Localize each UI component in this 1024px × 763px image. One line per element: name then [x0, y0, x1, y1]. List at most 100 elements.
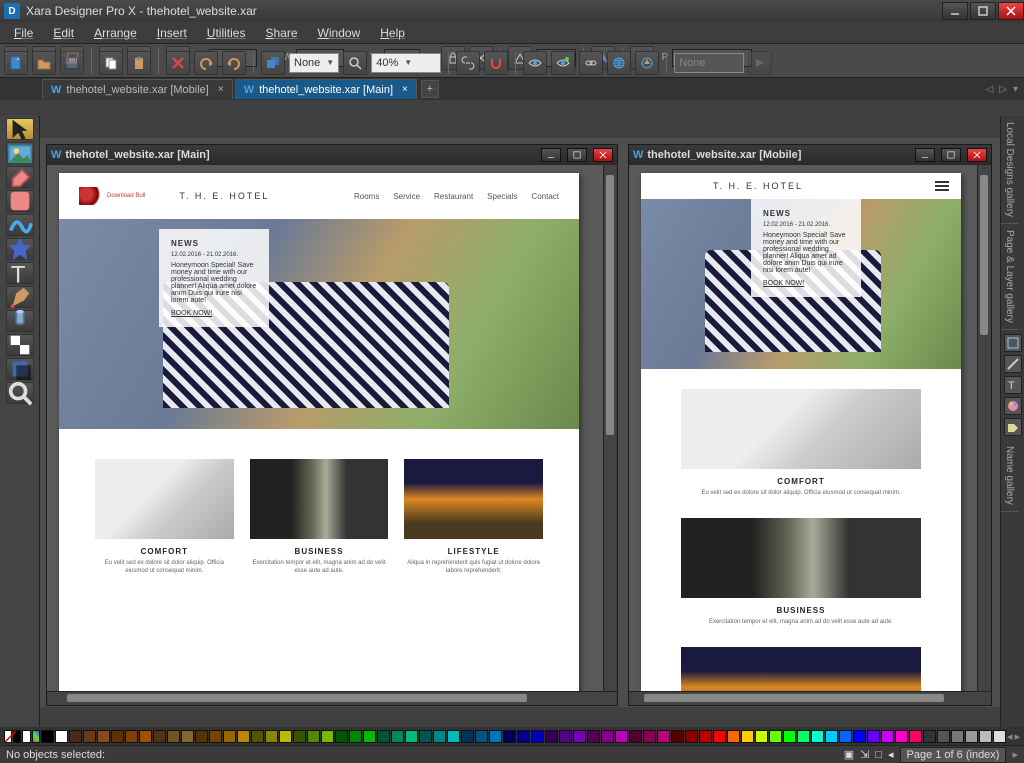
- gallery-name-icon[interactable]: [1004, 418, 1022, 436]
- preview-icon[interactable]: [523, 51, 547, 75]
- selector-tool[interactable]: [6, 118, 34, 140]
- link-preview-icon[interactable]: [579, 51, 603, 75]
- edit-color-icon[interactable]: [32, 730, 40, 743]
- color-swatch[interactable]: [587, 730, 600, 743]
- color-swatch[interactable]: [251, 730, 264, 743]
- color-swatch[interactable]: [41, 730, 54, 743]
- tabnav-next-icon[interactable]: ▷: [999, 84, 1007, 95]
- docwin-mobile-canvas[interactable]: T. H. E. HOTEL NEWS 12.02.2016 - 21.02.2…: [629, 165, 991, 691]
- color-swatch[interactable]: [629, 730, 642, 743]
- color-swatch[interactable]: [433, 730, 446, 743]
- color-swatch[interactable]: [895, 730, 908, 743]
- hscrollbar[interactable]: [47, 691, 617, 705]
- window-maximize-button[interactable]: [970, 2, 996, 20]
- palette-scroll-right[interactable]: ▸: [1014, 730, 1020, 743]
- color-swatch[interactable]: [979, 730, 992, 743]
- color-swatch[interactable]: [993, 730, 1006, 743]
- name-combo[interactable]: None▸: [674, 53, 744, 73]
- color-swatch[interactable]: [461, 730, 474, 743]
- tab-main[interactable]: Wthehotel_website.xar [Main]×: [235, 79, 417, 99]
- color-swatch[interactable]: [181, 730, 194, 743]
- color-swatch[interactable]: [69, 730, 82, 743]
- menu-edit[interactable]: Edit: [45, 24, 82, 42]
- tabnav-menu-icon[interactable]: ▾: [1013, 84, 1018, 95]
- tabnav-prev-icon[interactable]: ◁: [986, 84, 994, 95]
- delete-icon[interactable]: [166, 51, 190, 75]
- color-swatch[interactable]: [923, 730, 936, 743]
- color-swatch[interactable]: [643, 730, 656, 743]
- color-swatch[interactable]: [97, 730, 110, 743]
- color-swatch[interactable]: [755, 730, 768, 743]
- menu-window[interactable]: Window: [310, 24, 369, 42]
- docwin-maximize-button[interactable]: [567, 148, 587, 162]
- color-swatch[interactable]: [209, 730, 222, 743]
- docwin-minimize-button[interactable]: [915, 148, 935, 162]
- copy-icon[interactable]: [99, 51, 123, 75]
- color-swatch[interactable]: [531, 730, 544, 743]
- color-swatch[interactable]: [559, 730, 572, 743]
- page-next-icon[interactable]: ▸: [1012, 748, 1018, 761]
- color-swatch[interactable]: [363, 730, 376, 743]
- color-swatch[interactable]: [685, 730, 698, 743]
- color-swatch[interactable]: [265, 730, 278, 743]
- color-swatch[interactable]: [447, 730, 460, 743]
- color-swatch[interactable]: [391, 730, 404, 743]
- gallery-text-icon[interactable]: T: [1004, 376, 1022, 394]
- palette-scroll-left[interactable]: ◂: [1007, 730, 1013, 743]
- color-swatch[interactable]: [167, 730, 180, 743]
- color-swatch[interactable]: [783, 730, 796, 743]
- color-swatch[interactable]: [825, 730, 838, 743]
- color-swatch[interactable]: [321, 730, 334, 743]
- pen-tool[interactable]: [6, 286, 34, 308]
- photo-tool[interactable]: [6, 142, 34, 164]
- color-swatch[interactable]: [307, 730, 320, 743]
- color-swatch[interactable]: [279, 730, 292, 743]
- transparency-tool[interactable]: [6, 334, 34, 356]
- line-width-combo[interactable]: None▼: [289, 53, 339, 73]
- color-swatch[interactable]: [741, 730, 754, 743]
- page-prev-icon[interactable]: ◂: [888, 748, 894, 761]
- freehand-tool[interactable]: [6, 214, 34, 236]
- color-swatch[interactable]: [223, 730, 236, 743]
- color-swatch[interactable]: [769, 730, 782, 743]
- save-icon[interactable]: [60, 51, 84, 75]
- color-swatch[interactable]: [727, 730, 740, 743]
- tab-mobile[interactable]: Wthehotel_website.xar [Mobile]×: [42, 79, 233, 99]
- color-swatch[interactable]: [377, 730, 390, 743]
- menu-insert[interactable]: Insert: [149, 24, 195, 42]
- export-preview-icon[interactable]: [551, 51, 575, 75]
- color-swatch[interactable]: [797, 730, 810, 743]
- link-icon[interactable]: [456, 51, 480, 75]
- color-swatch[interactable]: [83, 730, 96, 743]
- docwin-maximize-button[interactable]: [941, 148, 961, 162]
- shape-tool[interactable]: [6, 190, 34, 212]
- zoom-combo[interactable]: 40%▼: [371, 53, 441, 73]
- snap-indicator-icon[interactable]: ⇲: [860, 748, 869, 761]
- color-swatch[interactable]: [573, 730, 586, 743]
- color-swatch[interactable]: [489, 730, 502, 743]
- tab-close-icon[interactable]: ×: [218, 84, 224, 95]
- quickshape-tool[interactable]: [6, 238, 34, 260]
- color-swatch[interactable]: [937, 730, 950, 743]
- color-swatch[interactable]: [965, 730, 978, 743]
- web-preview-icon[interactable]: [607, 51, 631, 75]
- docwin-close-button[interactable]: [593, 148, 613, 162]
- color-swatch[interactable]: [237, 730, 250, 743]
- color-swatch[interactable]: [881, 730, 894, 743]
- snap-indicator2-icon[interactable]: □: [875, 749, 882, 761]
- vscrollbar[interactable]: [977, 165, 991, 691]
- color-swatch[interactable]: [55, 730, 68, 743]
- color-swatch[interactable]: [125, 730, 138, 743]
- color-swatch[interactable]: [867, 730, 880, 743]
- color-swatch[interactable]: [475, 730, 488, 743]
- color-swatch[interactable]: [419, 730, 432, 743]
- new-tab-button[interactable]: +: [421, 80, 439, 98]
- live-drag-icon[interactable]: ▣: [844, 748, 854, 761]
- gallery-frame-icon[interactable]: [1004, 334, 1022, 352]
- color-swatch[interactable]: [139, 730, 152, 743]
- no-color-swatch[interactable]: [4, 730, 12, 743]
- color-swatch[interactable]: [671, 730, 684, 743]
- color-swatch[interactable]: [713, 730, 726, 743]
- hscrollbar[interactable]: [629, 691, 991, 705]
- color-swatch[interactable]: [111, 730, 124, 743]
